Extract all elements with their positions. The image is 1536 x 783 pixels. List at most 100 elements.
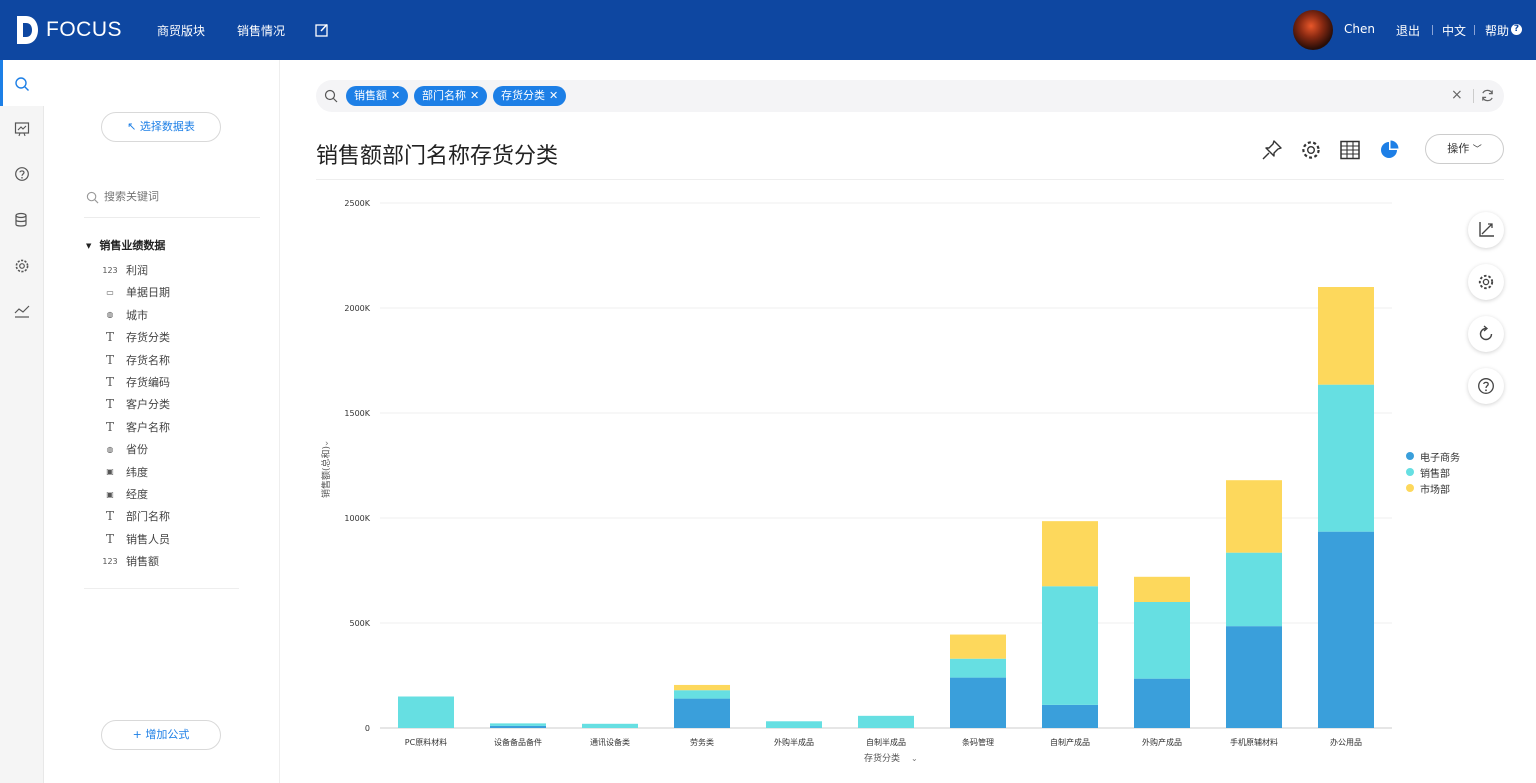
field-label: 客户分类 [126,398,170,412]
rotate-button[interactable] [1468,316,1504,352]
stacked-bar-chart: 0 500K 1000K 1500K 2000K 2500K 销售额(总和)› PC原料材料 设… [320,199,1392,764]
help-icon[interactable]: ? [1511,24,1522,35]
help-link[interactable]: 帮助 [1485,22,1509,39]
search-bar[interactable]: 销售额 ✕ 部门名称 ✕ 存货分类 ✕ × [316,80,1504,112]
chart-legend: 电子商务销售部市场部 [1406,448,1460,496]
close-icon[interactable]: ✕ [391,89,400,102]
number-icon: 123 [102,265,118,275]
field-label: 城市 [126,308,148,322]
field-item[interactable]: T 部门名称 [102,507,170,525]
field-item[interactable]: T 存货分类 [102,328,170,346]
gear-icon[interactable] [14,258,30,274]
text-icon: T [105,330,114,345]
clear-search-button[interactable]: × [1451,87,1463,103]
page-title: 销售额部门名称存货分类 [316,144,559,169]
field-label: 经度 [126,488,148,501]
user-name[interactable]: Chen [1344,22,1375,36]
pie-chart-icon[interactable] [1378,139,1400,161]
bar-segment [490,723,546,726]
text-icon: T [105,509,114,524]
field-label: 销售额 [126,555,159,569]
settings-icon[interactable] [1300,139,1322,161]
y-axis-label: 销售额(总和) [320,446,332,498]
field-label: 省份 [126,443,148,457]
chart-settings-button[interactable] [1468,264,1504,300]
x-tick-label: 外购产成品 [1142,737,1182,747]
y-tick-label: 0 [365,724,370,733]
x-tick-label: 条码管理 [962,737,994,747]
operations-button[interactable]: 操作 ﹀ [1425,134,1504,164]
legend-item[interactable]: 市场部 [1406,480,1460,496]
divider [84,588,239,589]
search-chip[interactable]: 部门名称 ✕ [414,86,488,106]
edit-icon[interactable] [315,23,329,37]
trend-icon[interactable] [14,303,30,319]
select-table-button[interactable]: ↖ 选择数据表 [101,112,221,142]
legend-swatch [1406,468,1414,476]
table-view-icon[interactable] [1339,139,1361,161]
add-formula-button[interactable]: + 增加公式 [101,720,221,750]
x-axis-label: 存货分类 [864,752,900,764]
bar-segment [1042,704,1098,728]
legend-label: 销售部 [1420,468,1450,480]
bar-segment [1134,678,1190,728]
refresh-icon[interactable] [1480,88,1495,103]
y-tick-label: 2500K [344,199,370,208]
question-icon[interactable] [14,166,30,182]
search-icon[interactable] [14,76,30,92]
field-item[interactable]: ▣ 经度 [102,485,148,503]
field-item[interactable]: T 客户分类 [102,395,170,413]
dataset-node[interactable]: ▼ 销售业绩数据 [86,237,165,253]
nav-item-sales[interactable]: 销售情况 [237,22,285,39]
gear-icon [1478,274,1494,290]
number-icon: 123 [102,556,118,566]
field-item[interactable]: T 存货编码 [102,373,170,391]
dashboard-icon[interactable] [14,121,30,137]
field-item[interactable]: T 销售人员 [102,530,170,548]
top-bar: FOCUS 商贸版块 销售情况 Chen 退出 中文 帮助 ? [0,0,1536,60]
question-icon [1478,378,1494,394]
field-item[interactable]: T 客户名称 [102,418,170,436]
divider [1474,25,1475,35]
database-icon[interactable] [14,212,30,228]
field-item[interactable]: 123 利润 [102,261,148,279]
close-icon[interactable]: ✕ [470,89,479,102]
axis-button[interactable] [1468,212,1504,248]
divider [1432,25,1433,35]
sidebar-search-input[interactable] [104,191,254,203]
bar-segment [766,721,822,728]
field-label: 部门名称 [126,510,170,524]
search-chip[interactable]: 销售额 ✕ [346,86,409,106]
bar-segment [1226,552,1282,627]
field-item[interactable]: ◍ 省份 [102,440,149,458]
rotate-icon [1479,325,1493,341]
globe-icon: ◍ [106,310,114,320]
field-item[interactable]: ◍ 城市 [102,306,149,324]
close-icon[interactable]: ✕ [549,89,558,102]
x-tick-label: 自制产成品 [1050,737,1090,747]
logout-link[interactable]: 退出 [1396,22,1420,39]
field-item[interactable]: ▣ 纬度 [102,463,148,481]
bar-segment [1318,287,1374,385]
field-item[interactable]: T 存货名称 [102,351,170,369]
bar-segment [1318,531,1374,728]
x-tick-label: 外购半成品 [774,737,814,747]
dataset-label: 销售业绩数据 [99,239,166,252]
logo[interactable]: FOCUS [14,14,122,46]
axis-icon [1479,222,1494,237]
language-link[interactable]: 中文 [1442,22,1466,39]
pin-icon[interactable] [1261,139,1283,161]
nav-item-trade[interactable]: 商贸版块 [157,22,205,39]
x-tick-label: 设备备品备件 [494,737,542,747]
legend-item[interactable]: 电子商务 [1406,448,1460,464]
search-chip[interactable]: 存货分类 ✕ [493,86,567,106]
bar-segment [1134,602,1190,679]
legend-item[interactable]: 销售部 [1406,464,1460,480]
field-label: 纬度 [126,465,148,479]
legend-label: 市场部 [1420,484,1450,496]
field-item[interactable]: ▭ 单据日期 [102,283,170,301]
field-item[interactable]: 123 销售额 [102,552,159,570]
avatar[interactable] [1293,10,1333,50]
help-button[interactable] [1468,368,1504,404]
sidebar-search [84,188,260,218]
